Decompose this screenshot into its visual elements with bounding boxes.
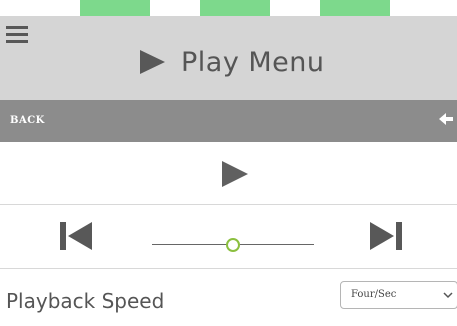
play-menu-screen: Play Menu BACK Playback Speed Four/Sec	[0, 0, 457, 326]
playback-speed-value: Four/Sec	[351, 289, 397, 300]
playback-speed-label: Playback Speed	[6, 289, 165, 313]
slider-thumb[interactable]	[226, 238, 240, 252]
chevron-down-icon	[443, 292, 453, 299]
hamburger-menu-icon[interactable]	[6, 26, 28, 44]
page-title-group: Play Menu	[137, 44, 325, 80]
page-title: Play Menu	[181, 46, 325, 78]
back-label: BACK	[10, 115, 45, 126]
skip-previous-button[interactable]	[58, 221, 98, 251]
playback-slider[interactable]	[152, 238, 314, 252]
play-row	[0, 142, 457, 205]
arrow-left-icon	[439, 113, 453, 125]
playback-speed-select[interactable]: Four/Sec	[340, 281, 457, 309]
playback-speed-row: Playback Speed Four/Sec	[0, 269, 457, 326]
header: Play Menu	[0, 16, 457, 100]
top-strip	[0, 0, 457, 16]
top-tab-2[interactable]	[200, 0, 270, 16]
play-icon	[140, 50, 165, 74]
skip-next-button[interactable]	[366, 221, 406, 251]
back-button[interactable]: BACK	[0, 100, 457, 142]
transport-row	[0, 205, 457, 269]
top-tab-3[interactable]	[320, 0, 390, 16]
top-tab-1[interactable]	[80, 0, 150, 16]
play-button[interactable]	[218, 158, 250, 190]
